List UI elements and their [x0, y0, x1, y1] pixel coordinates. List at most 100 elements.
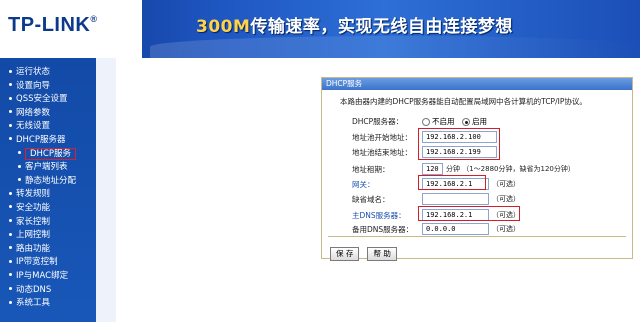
panel-separator	[328, 236, 626, 237]
sidebar-item-label: 网络参数	[16, 107, 51, 118]
lease-row: 地址租期： 120 分钟 （1～2880分钟，缺省为120分钟）	[322, 162, 632, 176]
lease-input[interactable]: 120	[422, 163, 443, 175]
start-ip-label: 地址池开始地址：	[352, 133, 412, 142]
sidebar-item-label: 动态DNS	[16, 284, 52, 295]
sidebar-item-label: 系统工具	[16, 298, 51, 309]
sidebar-item-label: 路由功能	[16, 243, 51, 254]
sidebar-item-label: 运行状态	[16, 67, 51, 77]
dns2-label: 备用DNS服务器：	[352, 225, 414, 234]
button-bar: 保 存 帮 助	[330, 241, 400, 261]
sidebar-item-label: 家长控制	[16, 216, 51, 227]
bullet-icon	[9, 69, 12, 73]
domain-hint: （可选）	[492, 195, 520, 203]
panel-title: DHCP服务	[322, 78, 632, 90]
sidebar-item[interactable]: 网络参数	[0, 107, 96, 121]
bullet-icon	[18, 151, 21, 155]
sidebar-item-label: 安全功能	[16, 202, 51, 213]
sidebar-item[interactable]: IP带宽控制	[0, 256, 96, 270]
banner-swoosh	[150, 36, 640, 58]
sidebar-item-label: 设置向导	[16, 80, 51, 91]
domain-input[interactable]	[422, 193, 489, 205]
dns1-label: 主DNS服务器：	[352, 211, 406, 220]
save-button[interactable]: 保 存	[330, 247, 360, 261]
sidebar-item[interactable]: DHCP服务	[0, 147, 96, 162]
sidebar-divider-panel	[96, 58, 116, 322]
bullet-icon	[9, 110, 12, 114]
dhcp-settings-panel: DHCP服务 本路由器内建的DHCP服务器能自动配置局域网中各计算机的TCP/I…	[321, 77, 633, 261]
sidebar-item-label: 无线设置	[16, 121, 51, 132]
bullet-icon	[18, 178, 21, 182]
bullet-icon	[9, 191, 12, 195]
tp-link-logo: TP-LINK®	[8, 14, 98, 37]
bullet-icon	[9, 96, 12, 100]
dhcp-on-option[interactable]: 启用	[462, 116, 487, 127]
banner-slogan: 300M传输速率，实现无线自由连接梦想	[196, 12, 513, 37]
highlight-box-gateway	[418, 175, 486, 190]
sidebar-item[interactable]: 系统工具	[0, 297, 96, 311]
radio-off-icon[interactable]	[422, 118, 430, 126]
sidebar-item[interactable]: 家长控制	[0, 216, 96, 230]
domain-label: 缺省域名：	[352, 195, 390, 204]
bullet-icon	[9, 259, 12, 263]
dns2-hint: （可选）	[492, 225, 520, 233]
sidebar-item[interactable]: 上网控制	[0, 229, 96, 243]
dhcp-off-label: 不启用	[432, 117, 455, 126]
dhcp-off-option[interactable]: 不启用	[422, 116, 455, 127]
sidebar-item[interactable]: 动态DNS	[0, 284, 96, 298]
bullet-icon	[9, 246, 12, 250]
dhcp-server-label: DHCP服务器：	[352, 117, 404, 126]
banner-text: 传输速率，实现无线自由连接梦想	[250, 17, 513, 37]
sidebar-item-label: IP与MAC绑定	[16, 270, 69, 281]
highlight-box-dns	[418, 206, 520, 221]
sidebar-item[interactable]: DHCP服务器	[0, 134, 96, 148]
sidebar-item-label: 静态地址分配	[25, 175, 77, 186]
banner-highlight: 300M	[196, 17, 251, 37]
bullet-icon	[9, 219, 12, 223]
sidebar-item-label: 上网控制	[16, 230, 51, 241]
sidebar-item[interactable]: 静态地址分配	[0, 175, 96, 189]
sidebar-item[interactable]: 客户端列表	[0, 161, 96, 175]
sidebar-item-label: 转发规则	[16, 189, 51, 200]
logo-area: TP-LINK®	[0, 0, 142, 58]
sidebar-item-label: DHCP服务	[25, 147, 76, 160]
panel-description: 本路由器内建的DHCP服务器能自动配置局域网中各计算机的TCP/IP协议。	[340, 97, 587, 106]
sidebar-item-label: QSS安全设置	[16, 94, 68, 105]
help-button[interactable]: 帮 助	[367, 247, 397, 261]
sidebar-item[interactable]: QSS安全设置	[0, 93, 96, 107]
gateway-label: 网关：	[352, 180, 375, 189]
header-banner: TP-LINK® 300M传输速率，实现无线自由连接梦想	[0, 0, 640, 58]
bullet-icon	[9, 287, 12, 290]
dhcp-server-row: DHCP服务器： 不启用 启用	[322, 114, 632, 128]
gateway-hint: （可选）	[492, 180, 520, 188]
dns2-input[interactable]: 0.0.0.0	[422, 223, 489, 235]
sidebar: 运行状态设置向导 QSS安全设置 网络参数无线设置 DHCP服务器 DHCP服务 客户端列…	[0, 58, 96, 322]
lease-label: 地址租期：	[352, 165, 390, 174]
bullet-icon	[9, 273, 12, 277]
bullet-icon	[9, 232, 12, 236]
sidebar-item[interactable]: 转发规则	[0, 188, 96, 202]
bullet-icon	[18, 164, 21, 168]
sidebar-item[interactable]: 运行状态	[0, 66, 96, 80]
lease-hint: 分钟 （1～2880分钟，缺省为120分钟）	[446, 165, 575, 173]
bullet-icon	[9, 205, 12, 209]
bullet-icon	[9, 83, 12, 87]
sidebar-item-label: DHCP服务器	[16, 134, 66, 145]
sidebar-menu: 运行状态设置向导 QSS安全设置 网络参数无线设置 DHCP服务器 DHCP服务 客户端列…	[0, 58, 96, 311]
sidebar-item[interactable]: 无线设置	[0, 120, 96, 134]
dhcp-on-label: 启用	[472, 117, 487, 126]
dns2-row: 备用DNS服务器： 0.0.0.0 （可选）	[322, 222, 632, 236]
sidebar-item[interactable]: 路由功能	[0, 243, 96, 257]
sidebar-item-label: IP带宽控制	[16, 257, 58, 268]
bullet-icon	[9, 137, 12, 141]
radio-on-icon[interactable]	[462, 118, 470, 126]
domain-row: 缺省域名： （可选）	[322, 192, 632, 206]
sidebar-item[interactable]: 安全功能	[0, 202, 96, 216]
bullet-icon	[9, 300, 12, 304]
logo-text: TP-LINK	[8, 14, 91, 36]
bullet-icon	[9, 123, 12, 127]
end-ip-label: 地址池结束地址：	[352, 148, 412, 157]
sidebar-item-label: 客户端列表	[25, 162, 68, 173]
sidebar-item[interactable]: IP与MAC绑定	[0, 270, 96, 284]
sidebar-item[interactable]: 设置向导	[0, 80, 96, 94]
highlight-box-ip-range	[418, 128, 500, 160]
